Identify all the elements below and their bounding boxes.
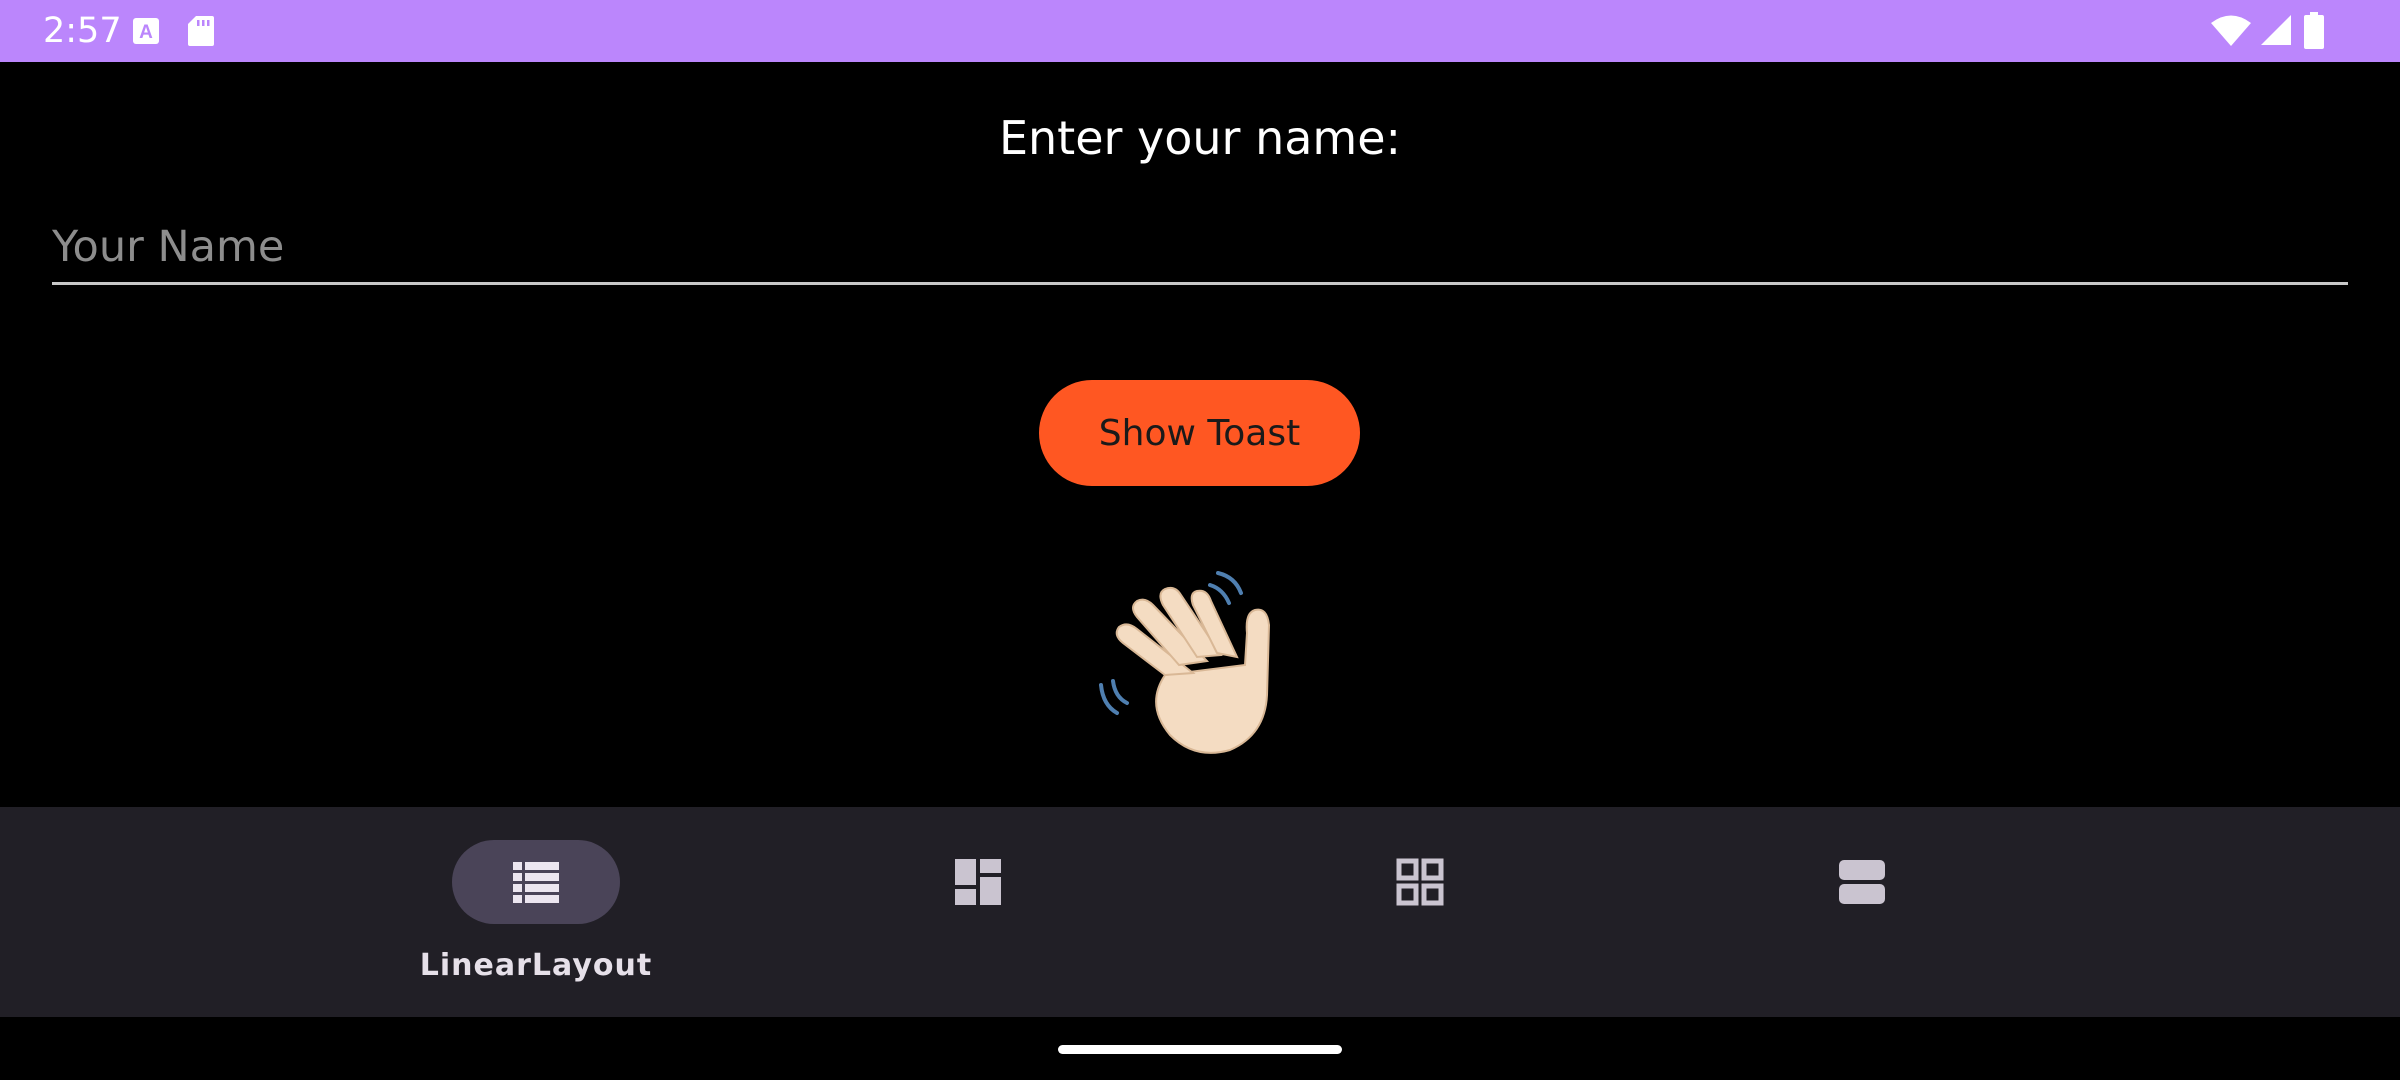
nav-item-dashboard[interactable] [828, 807, 1128, 1017]
svg-text:A: A [139, 22, 153, 43]
nav-item-linear-layout[interactable]: LinearLayout [386, 807, 686, 1017]
linear-list-icon [513, 862, 559, 903]
nav-item-stacked-rows[interactable] [1712, 807, 2012, 1017]
wifi-icon [2211, 15, 2251, 46]
battery-icon [2304, 12, 2324, 49]
sd-card-icon [188, 16, 214, 46]
app-screen: 2:57 A Enter your name: Show Toast [0, 0, 2400, 1080]
dashboard-icon [955, 859, 1001, 905]
name-input[interactable] [52, 212, 2348, 285]
show-toast-button[interactable]: Show Toast [1039, 380, 1360, 486]
stacked-rows-icon [1839, 860, 1885, 904]
waving-hand-icon [1099, 571, 1271, 754]
home-gesture-handle[interactable] [1058, 1045, 1342, 1054]
grid-icon [1396, 858, 1444, 906]
status-bar: 2:57 A [0, 0, 2400, 62]
nav-item-grid[interactable] [1270, 807, 1570, 1017]
nav-label-linear-layout: LinearLayout [419, 948, 653, 983]
bottom-navigation-bar: LinearLayout [0, 807, 2400, 1017]
keyboard-a-icon: A [133, 18, 159, 44]
signal-icon [2261, 15, 2291, 45]
status-time: 2:57 [43, 11, 122, 51]
name-prompt-label: Enter your name: [998, 111, 1402, 165]
